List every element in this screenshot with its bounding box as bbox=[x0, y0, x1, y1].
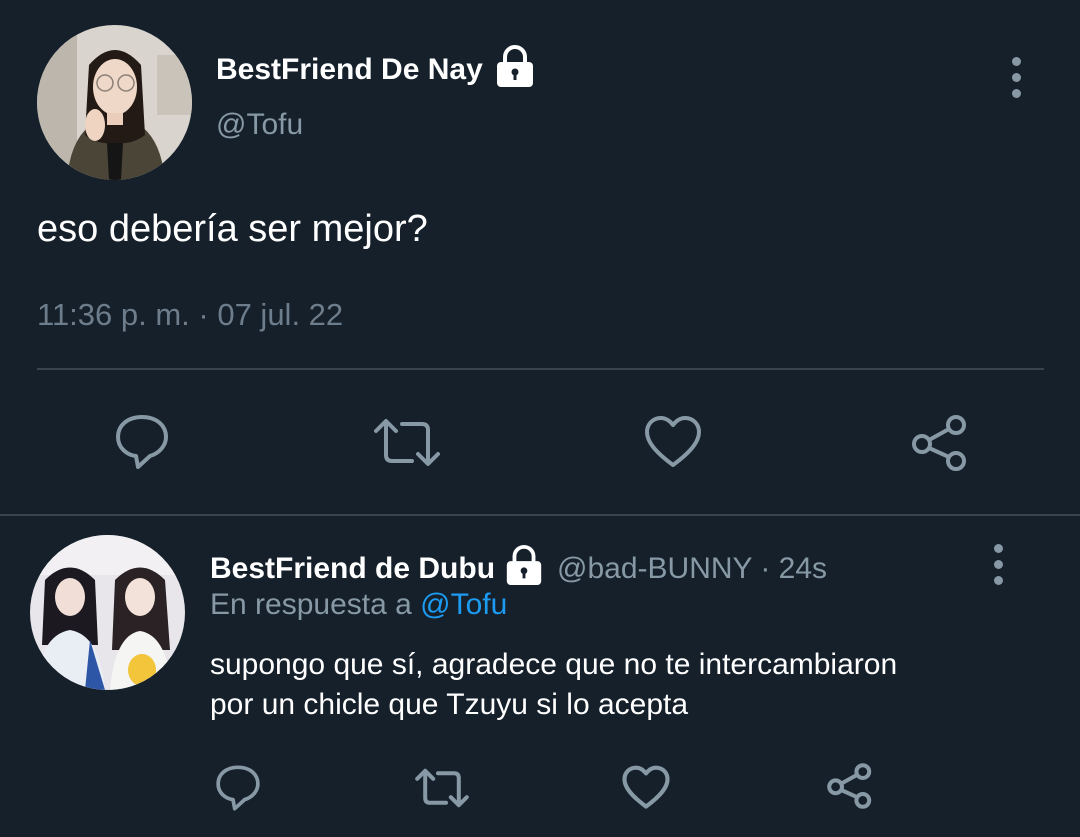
main-display-name-text: BestFriend De Nay bbox=[216, 53, 483, 86]
reply-text-line1: supongo que sí, agradece que no te inter… bbox=[210, 648, 898, 681]
more-icon[interactable] bbox=[994, 544, 1003, 585]
reply-text-line2: por un chicle que Tzuyu si lo acepta bbox=[210, 688, 689, 721]
reply-icon[interactable] bbox=[214, 764, 262, 812]
like-icon[interactable] bbox=[622, 765, 670, 810]
like-icon[interactable] bbox=[644, 415, 702, 469]
retweet-icon[interactable] bbox=[372, 415, 442, 470]
reply-display-name-text: BestFriend de Dubu bbox=[210, 552, 496, 585]
reply-avatar[interactable] bbox=[30, 535, 185, 690]
action-divider bbox=[37, 368, 1044, 370]
more-icon[interactable] bbox=[1012, 57, 1021, 98]
reply-context: En respuesta a @Tofu bbox=[210, 588, 507, 622]
reply-display-name[interactable]: BestFriend de Dubu @bad-BUNNY · 24s bbox=[210, 544, 827, 594]
main-timestamp[interactable]: 11:36 p. m. · 07 jul. 22 bbox=[37, 297, 343, 333]
lock-icon bbox=[503, 544, 545, 594]
retweet-icon[interactable] bbox=[414, 765, 470, 811]
tweet-separator bbox=[0, 514, 1080, 516]
share-icon[interactable] bbox=[910, 413, 970, 473]
main-tweet-text: eso debería ser mejor? bbox=[37, 208, 428, 250]
reply-prefix: En respuesta a bbox=[210, 588, 412, 621]
reply-text: supongo que sí, agradece que no te inter… bbox=[210, 645, 897, 725]
main-display-name[interactable]: BestFriend De Nay bbox=[216, 45, 537, 90]
main-handle[interactable]: @Tofu bbox=[216, 108, 303, 142]
main-avatar[interactable] bbox=[37, 25, 192, 180]
share-icon[interactable] bbox=[826, 762, 874, 810]
reply-icon[interactable] bbox=[114, 413, 170, 471]
reply-handle-time[interactable]: @bad-BUNNY · 24s bbox=[557, 552, 827, 586]
lock-icon bbox=[493, 44, 537, 96]
reply-to-link[interactable]: @Tofu bbox=[420, 588, 507, 621]
